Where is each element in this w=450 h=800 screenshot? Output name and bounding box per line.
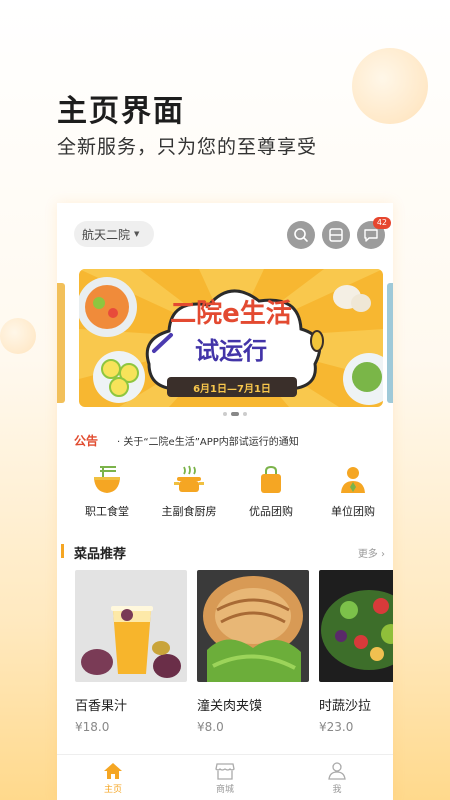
dish-price: ¥8.0 (197, 720, 224, 734)
person-icon (341, 467, 365, 493)
tab-label: 我 (332, 785, 342, 795)
category-staff-canteen[interactable]: 职工食堂 (69, 465, 145, 519)
bottom-tabbar: 主页 商城 我 (57, 754, 393, 800)
section-title: 菜品推荐 (74, 547, 127, 562)
user-icon (328, 762, 346, 780)
message-button[interactable]: 42 (357, 217, 391, 249)
banner-next-peek (387, 283, 393, 403)
promo-subtitle: 全新服务，只为您的至尊享受 (57, 136, 318, 158)
category-label: 单位团购 (331, 505, 375, 518)
home-icon (104, 763, 122, 779)
notice-label: 公告 (74, 434, 99, 448)
dish-card[interactable]: 潼关肉夹馍 ¥8.0 (197, 570, 309, 734)
scan-icon (329, 228, 343, 242)
section-accent-bar (61, 544, 64, 558)
location-label: 航天二院 (82, 227, 131, 242)
phone-screen: 航天二院 ▼ 42 二院e生活 试运行 6月1日—7月1日 公告 · 关于“二院… (57, 203, 393, 800)
dish-card[interactable]: 百香果汁 ¥18.0 (75, 570, 187, 734)
category-label: 职工食堂 (85, 505, 129, 518)
dish-card[interactable]: 时蔬沙拉 ¥23.0 (319, 570, 393, 734)
category-label: 优品团购 (249, 505, 293, 518)
search-button[interactable] (287, 221, 315, 249)
search-icon (294, 228, 308, 242)
carousel-indicator (223, 412, 247, 416)
category-unit-group-buy[interactable]: 单位团购 (315, 465, 391, 519)
bowl-icon (94, 466, 120, 493)
dish-name: 百香果汁 (75, 699, 128, 714)
promo-banner[interactable]: 二院e生活 试运行 6月1日—7月1日 (79, 269, 383, 407)
promo-title: 主页界面 (57, 94, 185, 129)
shop-icon (215, 763, 235, 780)
banner-dates: 6月1日—7月1日 (193, 384, 271, 395)
dish-price: ¥18.0 (75, 720, 110, 734)
dish-name: 时蔬沙拉 (319, 699, 372, 714)
notice-link[interactable]: · 关于“二院e生活”APP内部试运行的通知 (117, 433, 299, 448)
decor-circle-left (0, 318, 36, 354)
carousel-dot-active (231, 412, 239, 416)
dish-image (319, 570, 393, 682)
tab-label: 主页 (103, 785, 122, 795)
dish-image (75, 570, 187, 682)
carousel-dot (243, 412, 247, 416)
category-label: 主副食厨房 (161, 505, 217, 518)
banner-prev-peek (57, 283, 65, 403)
chevron-right-icon: › (381, 549, 385, 560)
dish-name: 潼关肉夹馍 (197, 699, 263, 714)
carousel-dot (223, 412, 227, 416)
tab-me[interactable]: 我 (281, 755, 393, 800)
location-selector[interactable]: 航天二院 ▼ (74, 221, 154, 247)
tab-label: 商城 (215, 785, 234, 795)
pot-icon (174, 465, 204, 492)
category-premium-group-buy[interactable]: 优品团购 (233, 465, 309, 519)
category-kitchen[interactable]: 主副食厨房 (151, 465, 227, 519)
dish-price: ¥23.0 (319, 720, 354, 734)
more-label: 更多 (357, 549, 378, 560)
dish-image (197, 570, 309, 682)
bag-icon (261, 465, 281, 493)
tab-shop[interactable]: 商城 (169, 755, 281, 800)
decor-circle-top (352, 48, 428, 124)
banner-line2: 试运行 (195, 337, 267, 365)
tab-home[interactable]: 主页 (57, 755, 169, 800)
banner-line1: 二院e生活 (170, 299, 292, 329)
more-link[interactable]: 更多 › (358, 545, 385, 560)
caret-down-icon: ▼ (134, 230, 140, 238)
message-count-badge: 42 (372, 217, 391, 229)
message-icon (364, 229, 378, 242)
scan-button[interactable] (322, 221, 350, 249)
